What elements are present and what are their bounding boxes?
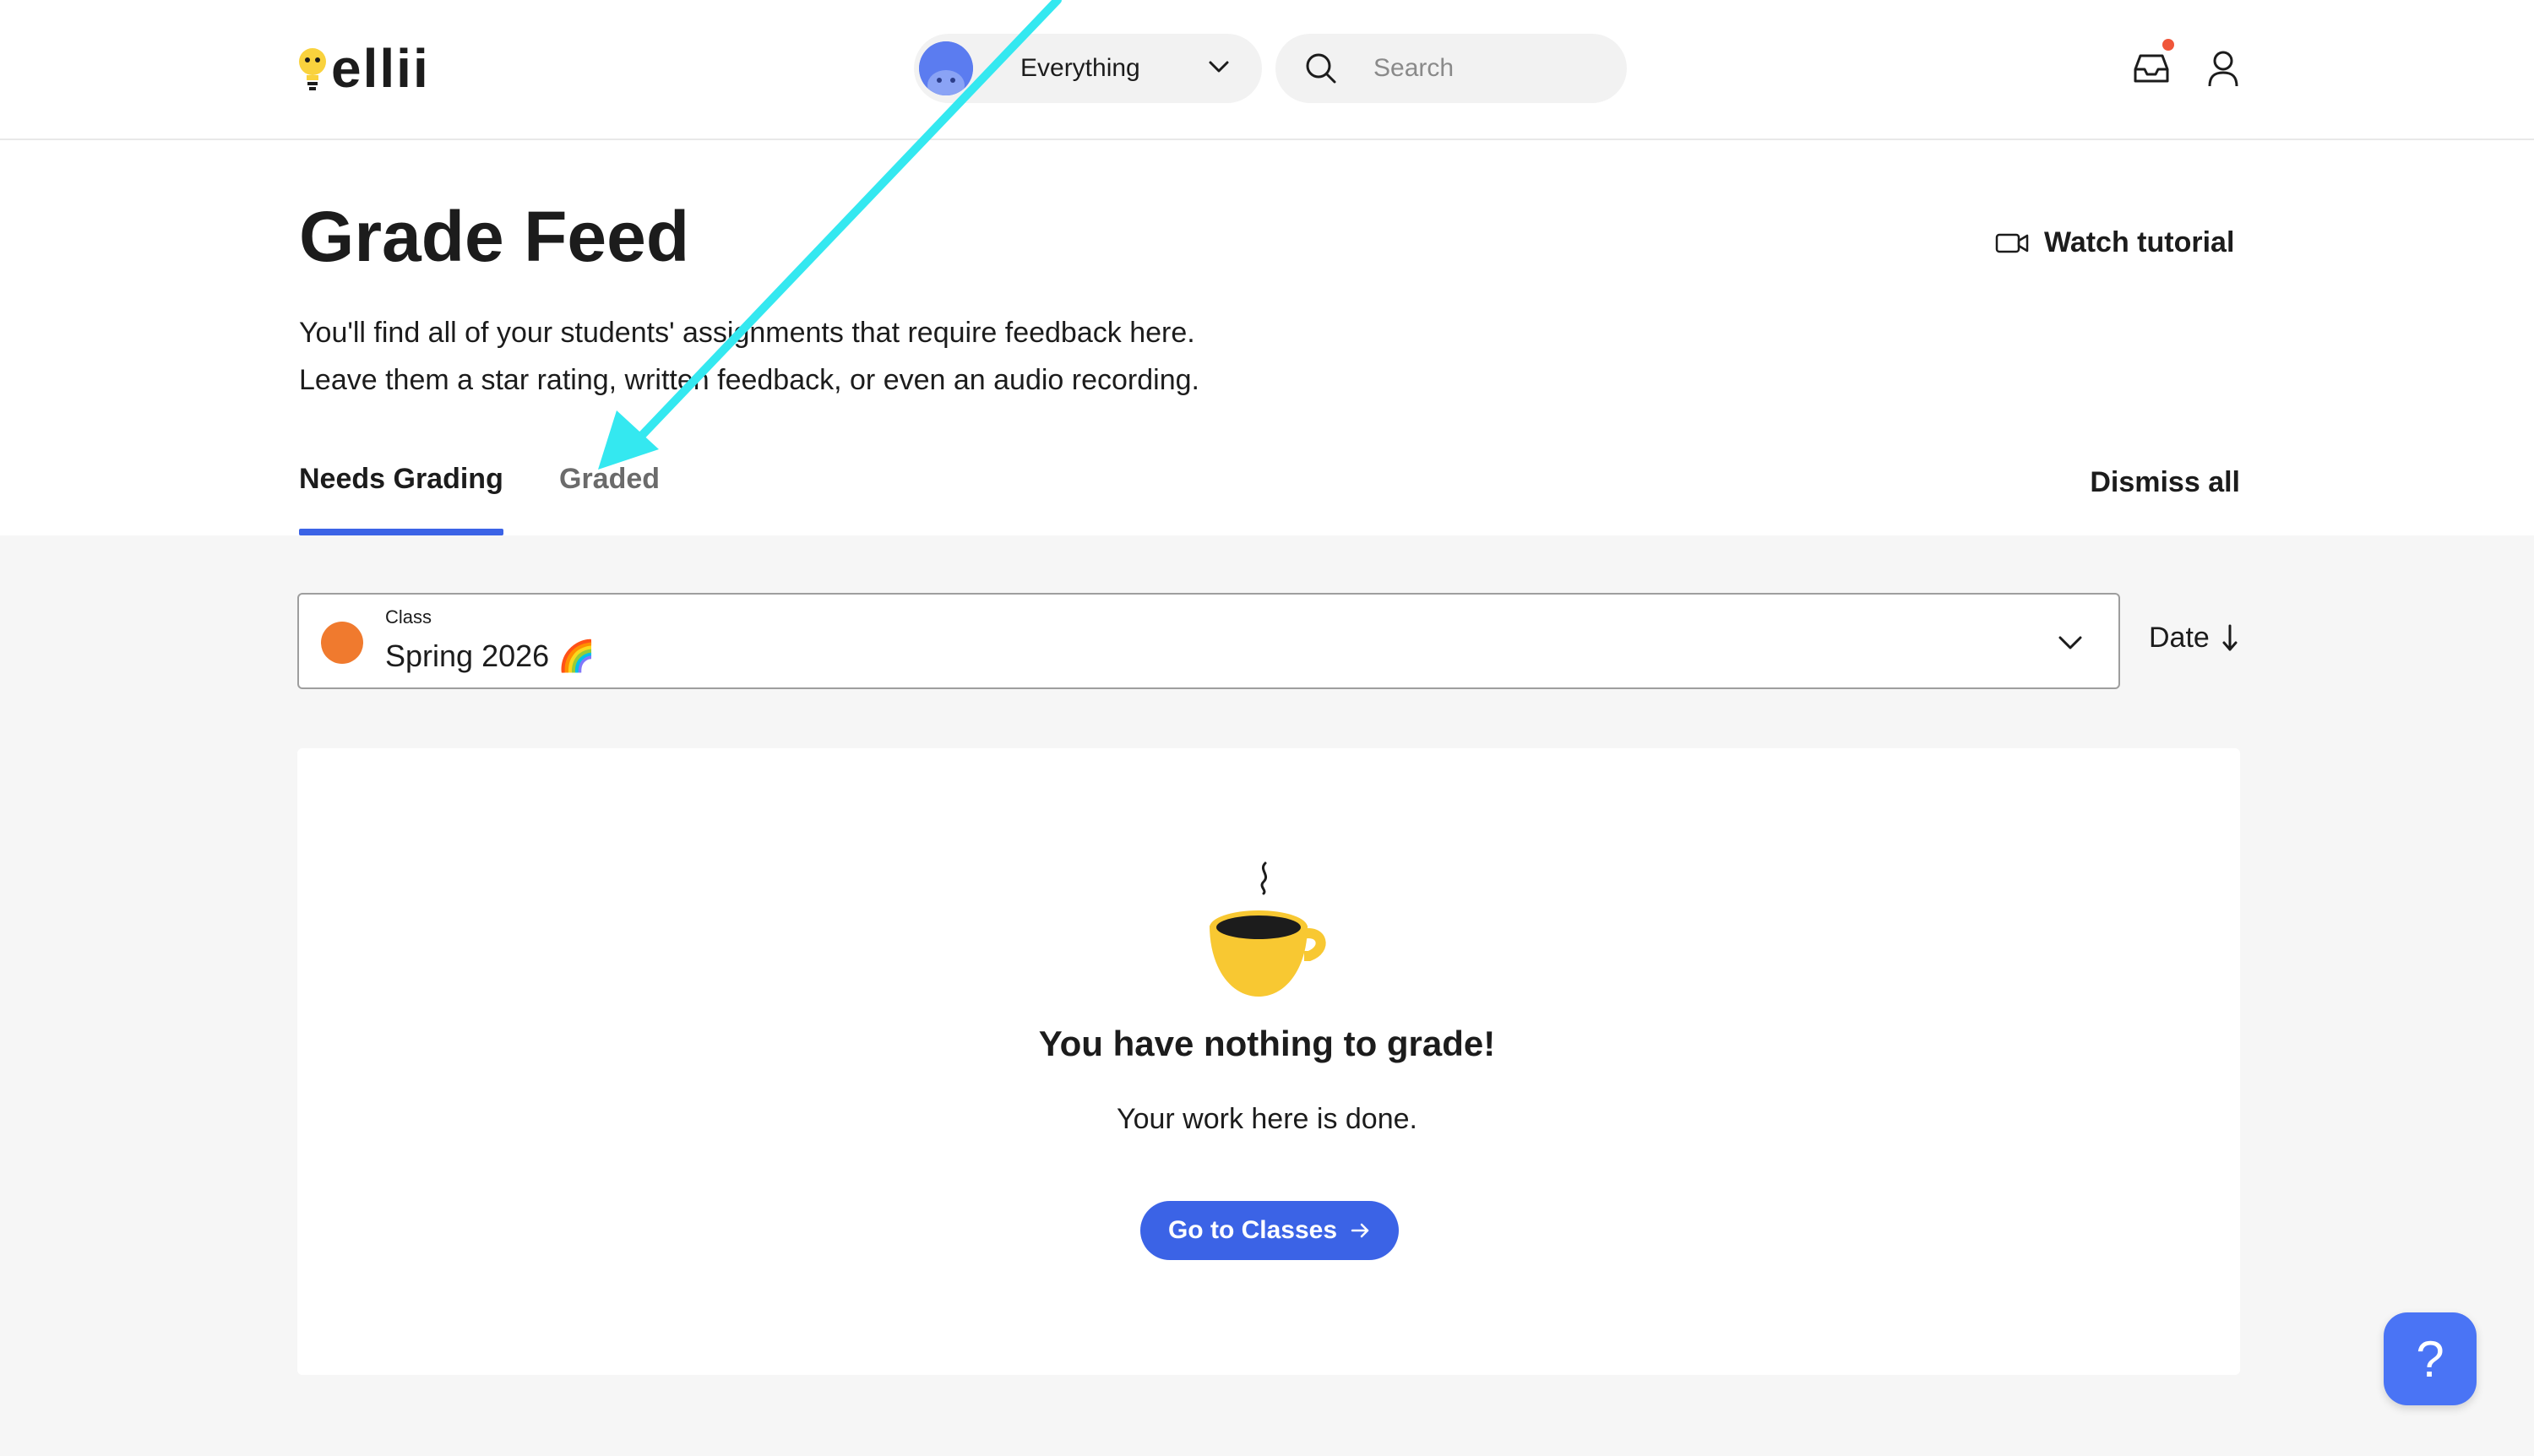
active-tab-indicator xyxy=(299,529,503,535)
notification-dot xyxy=(2162,39,2174,51)
tab-graded[interactable]: Graded xyxy=(559,463,660,496)
watch-tutorial-label: Watch tutorial xyxy=(2044,226,2235,258)
watch-tutorial-link[interactable]: Watch tutorial xyxy=(1995,226,2234,259)
class-select-label: Class xyxy=(385,606,432,627)
bulb-icon xyxy=(299,48,326,90)
description-line-1: You'll find all of your students' assign… xyxy=(299,317,1195,349)
arrow-right-icon xyxy=(1351,1223,1369,1238)
chevron-down-icon xyxy=(2058,636,2082,649)
ellii-logo[interactable]: ellii xyxy=(297,38,430,99)
inbox-icon[interactable] xyxy=(2132,49,2171,88)
page-title: Grade Feed xyxy=(299,197,690,276)
tab-needs-grading[interactable]: Needs Grading xyxy=(299,463,503,496)
date-sort-button[interactable]: Date xyxy=(2149,622,2238,655)
video-camera-icon xyxy=(1995,233,2029,253)
avatar xyxy=(919,41,973,95)
search-icon xyxy=(1306,53,1336,84)
user-icon[interactable] xyxy=(2206,49,2240,88)
go-to-classes-button[interactable]: Go to Classes xyxy=(1140,1201,1399,1260)
scope-label: Everything xyxy=(1020,54,1140,82)
arrow-down-icon xyxy=(2222,624,2238,650)
top-header: ellii Everything xyxy=(0,0,2534,140)
description-line-2: Leave them a star rating, written feedba… xyxy=(299,364,1199,396)
chevron-down-icon xyxy=(1209,61,1229,73)
class-color-dot xyxy=(321,622,363,664)
dismiss-all-button[interactable]: Dismiss all xyxy=(2090,466,2240,499)
go-to-classes-label: Go to Classes xyxy=(1167,1216,1338,1244)
class-select-value: Spring 2026 🌈 xyxy=(385,638,595,673)
logo-text: ellii xyxy=(331,38,430,99)
empty-state-subtitle: Your work here is done. xyxy=(1117,1103,1417,1135)
coffee-cup-icon xyxy=(1210,861,1326,997)
search-box[interactable] xyxy=(1275,34,1627,103)
class-select[interactable]: Class Spring 2026 🌈 xyxy=(297,593,2120,689)
scope-dropdown[interactable]: Everything xyxy=(914,34,1262,103)
search-input[interactable] xyxy=(1372,53,1578,84)
help-button[interactable]: ? xyxy=(2384,1312,2477,1405)
page-description: You'll find all of your students' assign… xyxy=(299,309,1199,404)
empty-state-title: You have nothing to grade! xyxy=(1038,1024,1496,1063)
date-sort-label: Date xyxy=(2149,622,2210,654)
